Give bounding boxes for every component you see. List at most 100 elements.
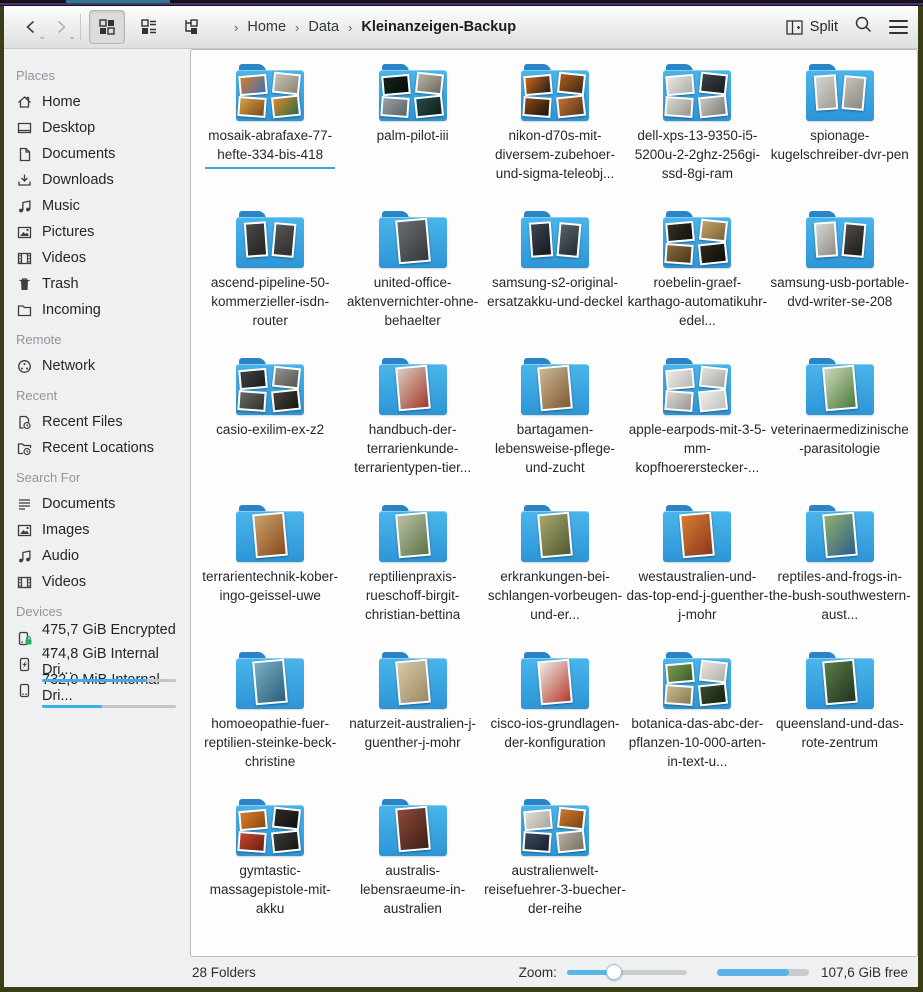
sidebar-item-desktop[interactable]: Desktop [14,115,184,141]
folder-item[interactable]: erkrankungen-bei-schlangen-vorbeugen-und… [484,503,626,650]
forward-history-caret[interactable]: ⌄ [68,31,76,42]
folder-item[interactable]: naturzeit-australien-j-guenther-j-mohr [341,650,483,797]
sidebar-section-header: Devices [16,604,184,619]
folder-item[interactable]: reptilienpraxis-rueschoff-birgit-christi… [341,503,483,650]
sidebar-item-recent-files[interactable]: Recent Files [14,409,184,435]
items-count: 28 Folders [192,965,256,980]
folder-icon [663,64,731,121]
video-icon [16,250,33,267]
forward-button[interactable]: ⌄ [46,13,76,41]
back-button[interactable]: ⌄ [16,13,46,41]
sidebar-item-network[interactable]: Network [14,353,184,379]
folder-item[interactable]: united-office-aktenvernichter-ohne-behae… [341,209,483,356]
folder-item[interactable]: westaustralien-und-das-top-end-j-guenthe… [626,503,768,650]
back-history-caret[interactable]: ⌄ [38,31,46,42]
folder-icon [521,358,589,415]
photo-thumbnail [395,806,431,853]
folder-item[interactable]: veterinaermedizinische-parasitologie [769,356,911,503]
folder-item[interactable]: homoeopathie-fuer-reptilien-steinke-beck… [199,650,341,797]
folder-icon [16,302,33,319]
folder-icon [521,799,589,856]
folder-item[interactable]: spionage-kugelschreiber-dvr-pen [769,62,911,209]
drive-icon [16,682,33,699]
folder-item[interactable]: nikon-d70s-mit-diversem-zubehoer-und-sig… [484,62,626,209]
folder-item[interactable]: australis-lebensraeume-in-australien [341,797,483,944]
folder-item[interactable]: apple-earpods-mit-3-5-mm-kopfhoerersteck… [626,356,768,503]
folder-item[interactable]: ascend-pipeline-50-kommerzieller-isdn-ro… [199,209,341,356]
folder-name: homoeopathie-fuer-reptilien-steinke-beck… [199,714,341,771]
sidebar-item-incoming[interactable]: Incoming [14,297,184,323]
folder-item[interactable]: samsung-usb-portable-dvd-writer-se-208 [769,209,911,356]
recent-location-icon [16,440,33,457]
folder-icon [379,799,447,856]
breadcrumb-item[interactable]: Data [308,19,339,35]
split-button[interactable]: Split [786,19,838,35]
folder-name: samsung-usb-portable-dvd-writer-se-208 [769,273,911,311]
sidebar-item-videos[interactable]: Videos [14,569,184,595]
sidebar-item-documents[interactable]: Documents [14,141,184,167]
folder-item[interactable]: terrarientechnik-kober-ingo-geissel-uwe [199,503,341,650]
folder-item[interactable]: botanica-das-abc-der-pflanzen-10-000-art… [626,650,768,797]
sidebar-item-downloads[interactable]: Downloads [14,167,184,193]
folder-item[interactable]: casio-exilim-ex-z2 [199,356,341,503]
breadcrumb-item[interactable]: Home [247,19,286,35]
sidebar-item-videos[interactable]: Videos [14,245,184,271]
photo-thumbnail [822,659,858,706]
folder-item[interactable]: bartagamen-lebensweise-pflege-und-zucht [484,356,626,503]
menu-button[interactable] [889,20,908,35]
photo-thumbnail [699,219,728,243]
folder-name: dell-xps-13-9350-i5-5200u-2-2ghz-256gi-s… [626,126,768,183]
breadcrumb-separator: › [295,20,299,35]
folder-item[interactable]: roebelin-graef-karthago-automatikuhr-ede… [626,209,768,356]
zoom-slider-handle[interactable] [606,964,622,980]
folder-item[interactable]: reptiles-and-frogs-in-the-bush-southwest… [769,503,911,650]
details-view-button[interactable] [131,10,167,44]
photo-thumbnail [537,659,573,706]
sidebar-item-music[interactable]: Music [14,193,184,219]
photo-thumbnail [814,221,838,257]
drive-flash-icon [16,656,33,673]
free-space-label: 107,6 GiB free [821,965,908,980]
photo-thumbnail [665,96,694,118]
folder-item[interactable]: handbuch-der-terrarienkunde-terrarientyp… [341,356,483,503]
sidebar-item-home[interactable]: Home [14,89,184,115]
folder-name: reptilienpraxis-rueschoff-birgit-christi… [342,567,484,624]
folder-item[interactable]: mosaik-abrafaxe-77-hefte-334-bis-418 [199,62,341,209]
breadcrumb-item[interactable]: Kleinanzeigen-Backup [361,19,516,35]
sidebar-item-audio[interactable]: Audio [14,543,184,569]
folder-view: mosaik-abrafaxe-77-hefte-334-bis-418 pal… [190,49,918,957]
search-button[interactable] [854,15,873,39]
sidebar-item-label: Incoming [42,302,101,318]
folder-item[interactable]: palm-pilot-iii [341,62,483,209]
places-panel: PlacesHomeDesktopDocumentsDownloadsMusic… [4,49,190,957]
photo-thumbnail [414,95,444,119]
trash-icon [16,276,33,293]
photo-thumbnail [699,366,728,390]
folder-item[interactable]: gymtastic-massagepistole-mit-akku [199,797,341,944]
free-space-bar [717,969,809,976]
sidebar-item-pictures[interactable]: Pictures [14,219,184,245]
folder-icon [236,799,304,856]
sidebar-item-label: Music [42,198,80,214]
zoom-slider[interactable] [567,964,687,980]
folder-icon [806,64,874,121]
folder-item[interactable]: australienwelt-reisefuehrer-3-buecher-de… [484,797,626,944]
icons-view-button[interactable] [89,10,125,44]
folder-name: palm-pilot-iii [342,126,484,145]
sidebar-item-trash[interactable]: Trash [14,271,184,297]
folder-icon [663,358,731,415]
folder-icon [521,652,589,709]
folder-item[interactable]: samsung-s2-original-ersatzakku-und-decke… [484,209,626,356]
tree-view-button[interactable] [173,10,209,44]
photo-thumbnail [557,807,586,831]
folder-name: bartagamen-lebensweise-pflege-und-zucht [484,420,626,477]
folder-name: gymtastic-massagepistole-mit-akku [199,861,341,918]
sidebar-item-documents[interactable]: Documents [14,491,184,517]
folder-item[interactable]: cisco-ios-grundlagen-der-konfiguration [484,650,626,797]
folder-icon [236,211,304,268]
sidebar-item-recent-locations[interactable]: Recent Locations [14,435,184,461]
sidebar-item-images[interactable]: Images [14,517,184,543]
selection-underline [205,167,335,169]
folder-item[interactable]: queensland-und-das-rote-zentrum [769,650,911,797]
folder-item[interactable]: dell-xps-13-9350-i5-5200u-2-2ghz-256gi-s… [626,62,768,209]
